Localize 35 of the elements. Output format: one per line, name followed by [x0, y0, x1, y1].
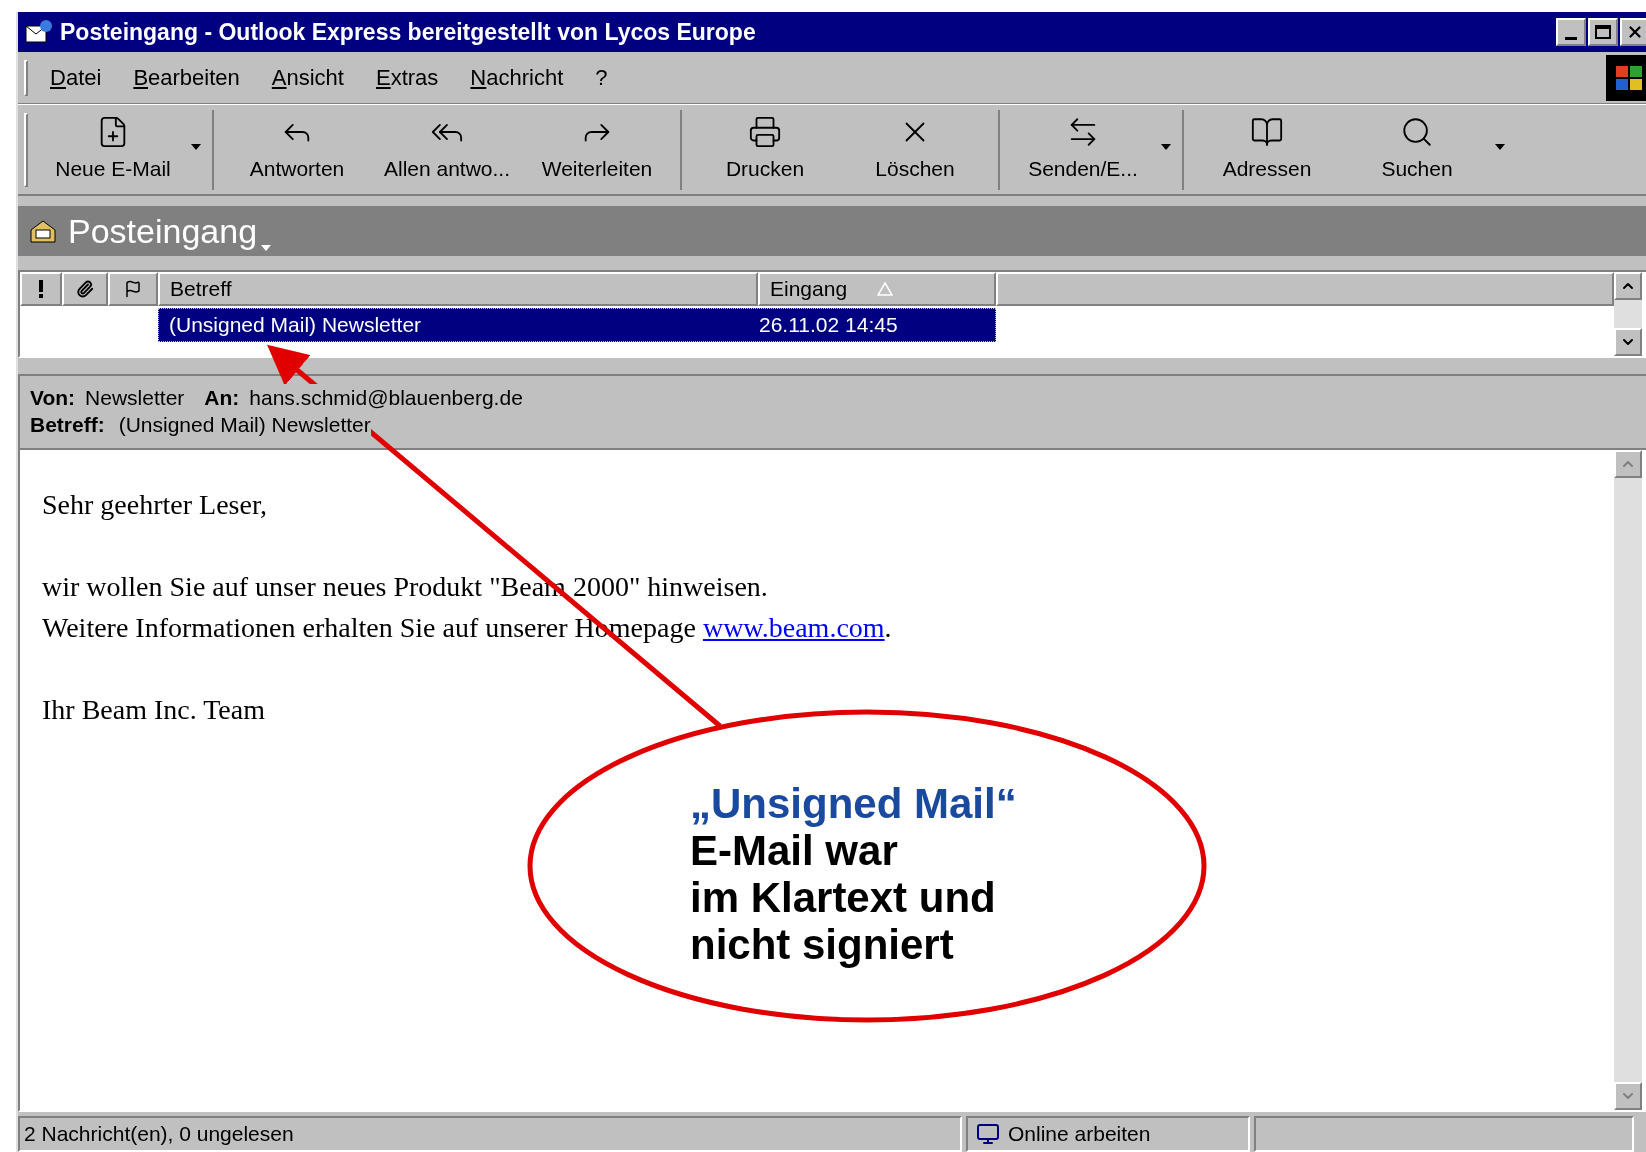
window-title: Posteingang - Outlook Express bereitgestellt von Lycos Europe [60, 17, 756, 47]
body-text: Sehr geehrter Leser, [42, 488, 269, 522]
toolbar-button[interactable]: Antworten [222, 109, 372, 190]
column-header[interactable]: Eingang [758, 272, 996, 306]
from-value: Newsletter [85, 385, 185, 411]
toolbar-button[interactable]: Suchen [1342, 109, 1508, 190]
annotation-title: „Unsigned Mail“ [690, 780, 1017, 827]
message-row[interactable]: (Unsigned Mail) Newsletter 26.11.02 14:45 [158, 308, 996, 342]
annotation-text: E-Mail war im Klartext und nicht signiert [690, 827, 997, 968]
toolbar-button[interactable]: Drucken [690, 109, 840, 190]
from-label: Von: [30, 385, 76, 411]
status-connection: Online arbeiten [966, 1116, 1250, 1152]
toolbar-button[interactable]: Senden/E... [1008, 109, 1174, 190]
menu-item[interactable]: Datei [50, 61, 102, 94]
subject-cell-text: (Unsigned Mail) Newsletter [168, 312, 423, 339]
to-label: An: [204, 385, 240, 411]
status-message: 2 Nachricht(en), 0 ungelesen [18, 1116, 962, 1152]
subject-label: Betreff: [30, 412, 105, 438]
menu-item[interactable]: Bearbeiten [133, 61, 240, 94]
date-cell-text: 26.11.02 14:45 [758, 312, 899, 339]
menu-item[interactable]: Extras [376, 61, 439, 94]
toolbar-button[interactable]: Allen antwo... [372, 109, 522, 190]
menu-item[interactable]: ? [595, 61, 608, 94]
column-header[interactable]: Betreff [158, 272, 758, 306]
toolbar-button[interactable]: Weiterleiten [522, 109, 672, 190]
toolbar-button[interactable]: Löschen [840, 109, 990, 190]
toolbar-button[interactable]: Adressen [1192, 109, 1342, 190]
body-text: Ihr Beam Inc. Team [42, 693, 266, 727]
folder-title[interactable]: Posteingang [68, 205, 272, 257]
toolbar-button[interactable]: Neue E-Mail [38, 109, 204, 190]
menu-item[interactable]: Nachricht [470, 61, 564, 94]
homepage-link[interactable]: www.beam.com [702, 612, 885, 643]
subject-value: (Unsigned Mail) Newsletter [118, 411, 371, 438]
to-value: hans.schmid@blauenberg.de [249, 384, 523, 411]
menu-item[interactable]: Ansicht [271, 61, 344, 94]
